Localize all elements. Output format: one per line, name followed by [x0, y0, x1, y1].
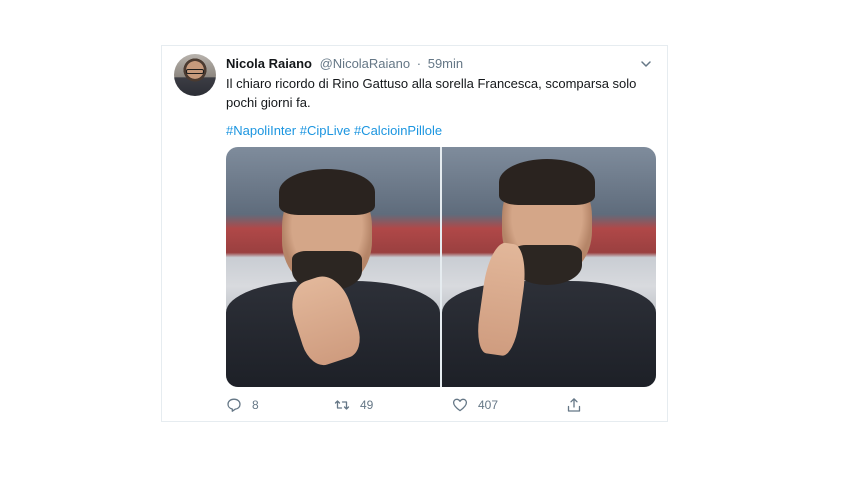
like-count: 407 — [478, 398, 499, 412]
tweet-actions: 8 49 407 — [226, 397, 656, 415]
chevron-down-icon[interactable] — [639, 57, 653, 71]
tweet-text: Il chiaro ricordo di Rino Gattuso alla s… — [226, 76, 637, 110]
retweet-icon — [334, 400, 350, 410]
hashtag-link[interactable]: #NapoliInter — [226, 123, 296, 138]
reply-icon — [227, 398, 241, 412]
media-gallery — [226, 147, 656, 387]
media-photo-2[interactable] — [442, 147, 656, 387]
reply-button[interactable]: 8 — [226, 397, 259, 413]
hashtag-list: #NapoliInter #CipLive #CalcioinPillole — [226, 121, 442, 140]
avatar[interactable] — [174, 54, 216, 96]
tweet-card[interactable]: Nicola Raiano @NicolaRaiano · 59min Il c… — [161, 45, 668, 422]
share-icon — [567, 398, 581, 412]
photo-figure-hair — [499, 159, 595, 205]
photo-figure-hair — [279, 169, 375, 215]
retweet-count: 49 — [360, 398, 374, 412]
separator: · — [416, 56, 422, 71]
glasses-shape — [186, 69, 204, 74]
heart-icon — [452, 398, 468, 412]
like-button[interactable]: 407 — [452, 397, 498, 413]
reply-count: 8 — [252, 398, 259, 412]
hashtag-link[interactable]: #CalcioinPillole — [354, 123, 442, 138]
media-photo-1[interactable] — [226, 147, 440, 387]
retweet-button[interactable]: 49 — [334, 397, 373, 413]
author-name[interactable]: Nicola Raiano — [226, 56, 312, 71]
tweet-header: Nicola Raiano @NicolaRaiano · 59min — [226, 54, 653, 74]
hashtag-link[interactable]: #CipLive — [300, 123, 351, 138]
share-button[interactable] — [566, 397, 582, 413]
tweet-time[interactable]: 59min — [428, 56, 463, 71]
photo-figure-torso — [442, 281, 656, 387]
author-handle[interactable]: @NicolaRaiano — [320, 56, 411, 71]
